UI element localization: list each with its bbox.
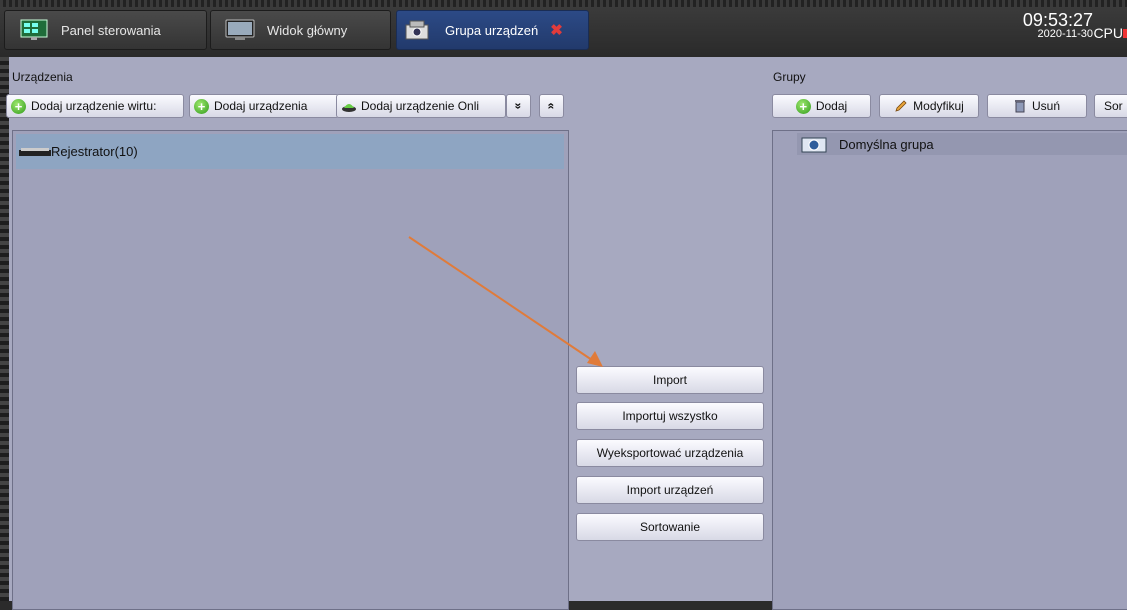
tab-label: Grupa urządzeń — [445, 22, 539, 38]
clock-time: 09:53:27 — [1022, 10, 1093, 30]
control-panel-icon — [20, 19, 48, 40]
tab-label: Panel sterowania — [61, 22, 161, 38]
tab-bar: Panel sterowania Widok główny Grupa urzą… — [0, 7, 1127, 57]
tab-main-view[interactable]: Widok główny — [210, 10, 391, 50]
monitor-icon — [225, 19, 255, 40]
tab-label: Widok główny — [267, 22, 348, 38]
annotation-arrow-icon — [408, 236, 603, 367]
close-icon[interactable]: ✖ — [550, 21, 563, 39]
cpu-label: CPU — [1093, 25, 1123, 41]
main-area: Urządzenia Grupy + Dodaj urządzenie wirt… — [6, 57, 1127, 610]
left-edge — [0, 57, 9, 601]
device-group-icon — [405, 20, 429, 40]
window-top-strip — [0, 0, 1127, 7]
cpu-indicator — [1123, 29, 1127, 38]
clock: 09:53:27 2020-11-30 — [1023, 11, 1093, 40]
clock-date: 2020-11-30 — [1037, 28, 1093, 40]
tab-device-group[interactable]: Grupa urządzeń ✖ — [396, 10, 589, 50]
tab-control-panel[interactable]: Panel sterowania — [4, 10, 207, 50]
